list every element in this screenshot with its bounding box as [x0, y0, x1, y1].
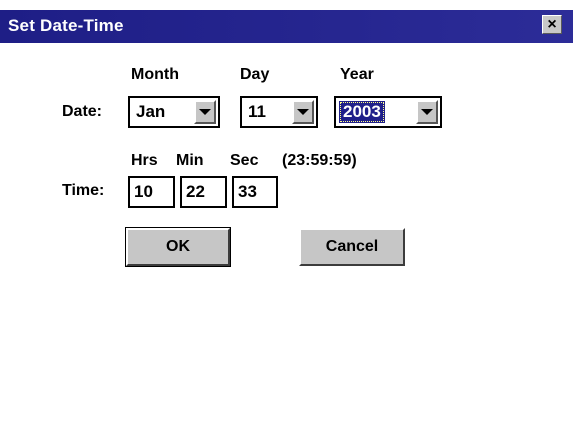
seconds-input[interactable]: 33 [232, 176, 278, 208]
ok-button[interactable]: OK [125, 227, 231, 267]
day-select[interactable]: 11 [240, 96, 318, 128]
sec-header: Sec [230, 152, 259, 169]
time-format-hint: (23:59:59) [282, 152, 357, 169]
year-select[interactable]: 2003 [334, 96, 442, 128]
month-header: Month [131, 66, 179, 83]
chevron-down-icon [199, 109, 211, 115]
year-dropdown-button[interactable] [416, 100, 438, 124]
min-header: Min [176, 152, 204, 169]
chevron-down-icon [297, 109, 309, 115]
minutes-input[interactable]: 22 [180, 176, 227, 208]
hrs-header: Hrs [131, 152, 158, 169]
close-icon: × [547, 15, 557, 33]
title-bar[interactable]: Set Date-Time × [0, 10, 573, 43]
hours-input[interactable]: 10 [128, 176, 175, 208]
cancel-button[interactable]: Cancel [299, 228, 405, 266]
month-dropdown-button[interactable] [194, 100, 216, 124]
month-select[interactable]: Jan [128, 96, 220, 128]
day-dropdown-button[interactable] [292, 100, 314, 124]
day-header: Day [240, 66, 270, 83]
year-header: Year [340, 66, 374, 83]
time-label: Time: [62, 182, 105, 199]
window-title: Set Date-Time [8, 16, 124, 35]
year-value: 2003 [339, 101, 385, 123]
close-button[interactable]: × [542, 15, 562, 34]
date-label: Date: [62, 103, 103, 120]
chevron-down-icon [421, 109, 433, 115]
